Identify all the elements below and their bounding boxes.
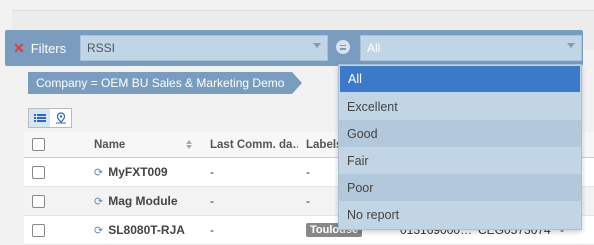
equals-operator-icon[interactable] <box>336 40 350 54</box>
row-checkbox[interactable] <box>32 223 45 237</box>
last-comm-value: - <box>210 223 214 237</box>
chevron-down-icon <box>313 43 321 48</box>
device-name[interactable]: SL8080T-RJA <box>108 223 185 237</box>
dropdown-option-good[interactable]: Good <box>339 120 581 147</box>
sync-icon: ⟳ <box>94 166 104 179</box>
dropdown-option-poor[interactable]: Poor <box>339 174 581 201</box>
device-name[interactable]: Mag Module <box>108 194 177 208</box>
select-all-checkbox[interactable] <box>32 138 45 151</box>
row-checkbox[interactable] <box>32 194 45 208</box>
close-icon[interactable]: ✕ <box>13 41 25 55</box>
filters-button[interactable]: ✕ Filters <box>13 30 66 66</box>
dropdown-option-excellent[interactable]: Excellent <box>339 93 581 120</box>
filter-value-current: All <box>367 41 381 55</box>
filter-value-select[interactable]: All <box>360 35 582 61</box>
map-view-button[interactable] <box>50 109 71 127</box>
company-filter-tag[interactable]: Company = OEM BU Sales & Marketing Demo <box>28 72 303 94</box>
row-checkbox[interactable] <box>32 165 45 179</box>
list-icon <box>33 114 46 122</box>
list-view-button[interactable] <box>29 109 50 127</box>
chevron-down-icon <box>567 43 575 48</box>
last-comm-value: - <box>210 165 214 179</box>
device-name[interactable]: MyFXT009 <box>108 165 167 179</box>
last-comm-value: - <box>210 194 214 208</box>
filter-field-select[interactable]: RSSI <box>80 35 328 61</box>
map-pin-icon <box>55 112 66 124</box>
filters-label: Filters <box>30 40 67 56</box>
filter-value-dropdown: All Excellent Good Fair Poor No report <box>338 64 582 230</box>
sync-icon: ⟳ <box>94 224 104 237</box>
dropdown-option-all[interactable]: All <box>340 66 580 92</box>
dropdown-option-fair[interactable]: Fair <box>339 147 581 174</box>
dropdown-option-no-report[interactable]: No report <box>339 201 581 228</box>
sort-icon[interactable] <box>186 132 198 157</box>
filter-field-value: RSSI <box>87 41 116 55</box>
sync-icon: ⟳ <box>94 195 104 208</box>
company-filter-label: Company = OEM BU Sales & Marketing Demo <box>36 76 285 90</box>
column-header-last-comm[interactable]: Last Comm. da… <box>210 132 298 157</box>
view-toggle <box>28 108 72 128</box>
